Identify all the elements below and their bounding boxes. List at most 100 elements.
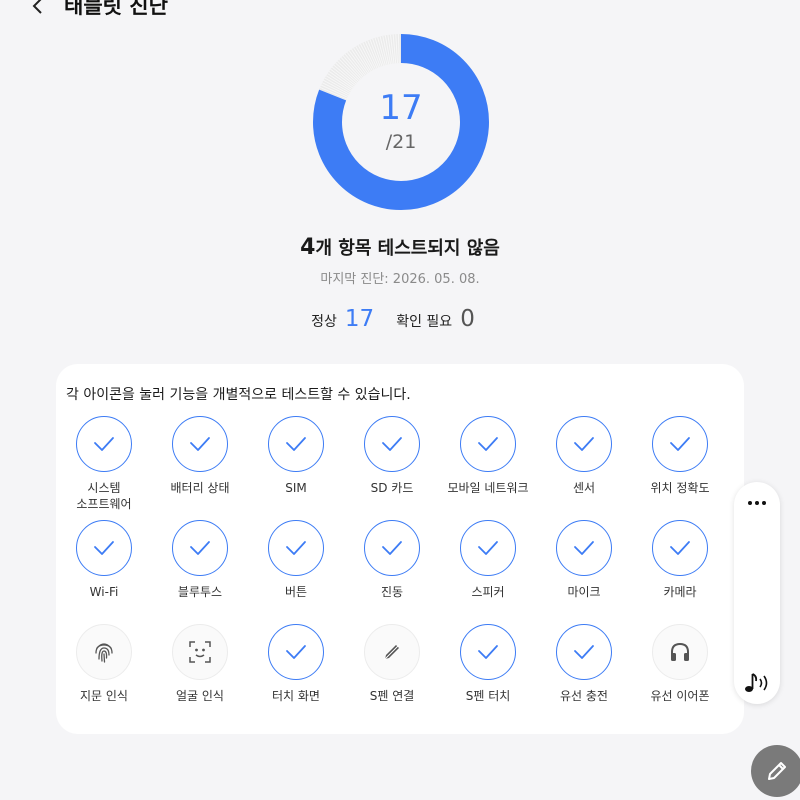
checkmark-icon — [382, 541, 402, 555]
test-item-button[interactable] — [460, 520, 516, 576]
test-item-button[interactable] — [556, 520, 612, 576]
test-item-label: 블루투스 — [177, 585, 223, 599]
test-item-label: 카메라 — [663, 585, 697, 599]
test-item-button[interactable] — [556, 416, 612, 472]
untested-text: 개 항목 테스트되지 않음 — [315, 238, 500, 259]
test-item-button[interactable] — [172, 520, 228, 576]
test-item-button[interactable] — [460, 416, 516, 472]
checkmark-icon — [478, 437, 498, 451]
floating-side-panel — [734, 482, 780, 704]
sound-button[interactable] — [739, 668, 775, 698]
normal-label: 정상 — [311, 314, 337, 330]
test-item-button[interactable] — [556, 624, 612, 680]
checkmark-icon — [94, 541, 114, 555]
test-item-label: 버튼 — [284, 585, 308, 599]
test-item-button[interactable] — [76, 624, 132, 680]
test-item-label: 진동 — [380, 585, 404, 599]
test-item-label: 위치 정확도 — [650, 481, 710, 495]
test-item-label: 모바일 네트워크 — [447, 481, 529, 495]
test-items-card: 각 아이콘을 눌러 기능을 개별적으로 테스트할 수 있습니다. 시스템 소프트웨… — [56, 364, 744, 734]
music-note-sound-icon — [745, 673, 768, 692]
test-item-label: 유선 충전 — [560, 689, 608, 703]
untested-count: 4 — [300, 235, 316, 260]
test-item-button[interactable] — [268, 520, 324, 576]
test-item: 스피커 — [440, 520, 536, 624]
test-item-button[interactable] — [172, 416, 228, 472]
card-description: 각 아이콘을 눌러 기능을 개별적으로 테스트할 수 있습니다. — [66, 387, 411, 403]
check-needed-value: 0 — [460, 306, 475, 332]
more-button[interactable] — [734, 490, 780, 516]
test-item: 유선 이어폰 — [632, 624, 728, 728]
test-item-button[interactable] — [652, 416, 708, 472]
checkmark-icon — [190, 541, 210, 555]
test-item: 버튼 — [248, 520, 344, 624]
test-item-label: SD 카드 — [370, 481, 414, 495]
test-item-button[interactable] — [460, 624, 516, 680]
pen-icon — [383, 643, 401, 661]
summary-title: 4개 항목 테스트되지 않음 — [0, 234, 800, 260]
checkmark-icon — [670, 541, 690, 555]
checkmark-icon — [574, 437, 594, 451]
test-item: 카메라 — [632, 520, 728, 624]
test-item-button[interactable] — [268, 416, 324, 472]
checkmark-icon — [478, 541, 498, 555]
test-item-button[interactable] — [76, 416, 132, 472]
test-item: 터치 화면 — [248, 624, 344, 728]
pencil-icon — [768, 762, 786, 780]
test-item-button[interactable] — [364, 520, 420, 576]
test-item: 얼굴 인식 — [152, 624, 248, 728]
checkmark-icon — [574, 645, 594, 659]
test-item: SIM — [248, 416, 344, 520]
test-item-label: 얼굴 인식 — [176, 689, 224, 703]
progress-donut: 17 /21 — [312, 33, 490, 211]
test-item: 위치 정확도 — [632, 416, 728, 520]
result-stats: 정상 17 확인 필요 0 — [0, 306, 800, 332]
test-item-button[interactable] — [172, 624, 228, 680]
test-item: 유선 충전 — [536, 624, 632, 728]
last-diagnosis-date: 마지막 진단: 2026. 05. 08. — [320, 272, 480, 287]
test-item-button[interactable] — [364, 624, 420, 680]
test-item: Wi-Fi — [56, 520, 152, 624]
test-item-label: 스피커 — [471, 585, 505, 599]
checkmark-icon — [286, 645, 306, 659]
checkmark-icon — [286, 437, 306, 451]
test-items-grid: 시스템 소프트웨어 배터리 상태 SIM SD 카드 모바일 네트워크 센서 위치 정확도 Wi… — [56, 416, 744, 728]
checkmark-icon — [286, 541, 306, 555]
headphones-icon — [671, 642, 689, 661]
checkmark-icon — [382, 437, 402, 451]
chevron-left-icon — [32, 0, 42, 14]
test-item-label: 센서 — [572, 481, 596, 495]
test-item-button[interactable] — [268, 624, 324, 680]
checkmark-icon — [574, 541, 594, 555]
back-button[interactable] — [26, 0, 50, 18]
face-scan-icon — [189, 641, 211, 663]
app-header: 태블릿 진단 — [0, 0, 800, 22]
edit-fab-button[interactable] — [751, 745, 800, 797]
test-item-label: S펜 연결 — [369, 689, 415, 703]
test-item-label: 시스템 소프트웨어 — [76, 481, 132, 511]
test-item-label: 유선 이어폰 — [650, 689, 710, 703]
test-item: S펜 연결 — [344, 624, 440, 728]
test-item: 시스템 소프트웨어 — [56, 416, 152, 520]
total-count: /21 — [385, 131, 417, 153]
test-item-button[interactable] — [76, 520, 132, 576]
test-item-button[interactable] — [652, 624, 708, 680]
test-item: 마이크 — [536, 520, 632, 624]
test-item-label: 터치 화면 — [272, 689, 320, 703]
test-item-label: 마이크 — [567, 585, 601, 599]
normal-value: 17 — [344, 306, 375, 332]
check-needed-label: 확인 필요 — [396, 314, 453, 330]
test-item-button[interactable] — [652, 520, 708, 576]
test-item: 배터리 상태 — [152, 416, 248, 520]
fingerprint-icon — [95, 643, 113, 663]
checkmark-icon — [94, 437, 114, 451]
passed-count: 17 — [379, 88, 423, 128]
test-item: S펜 터치 — [440, 624, 536, 728]
test-item-label: SIM — [285, 481, 307, 495]
checkmark-icon — [670, 437, 690, 451]
test-item-button[interactable] — [364, 416, 420, 472]
test-item-label: 지문 인식 — [80, 689, 128, 703]
test-item: 블루투스 — [152, 520, 248, 624]
test-item: SD 카드 — [344, 416, 440, 520]
test-item: 지문 인식 — [56, 624, 152, 728]
